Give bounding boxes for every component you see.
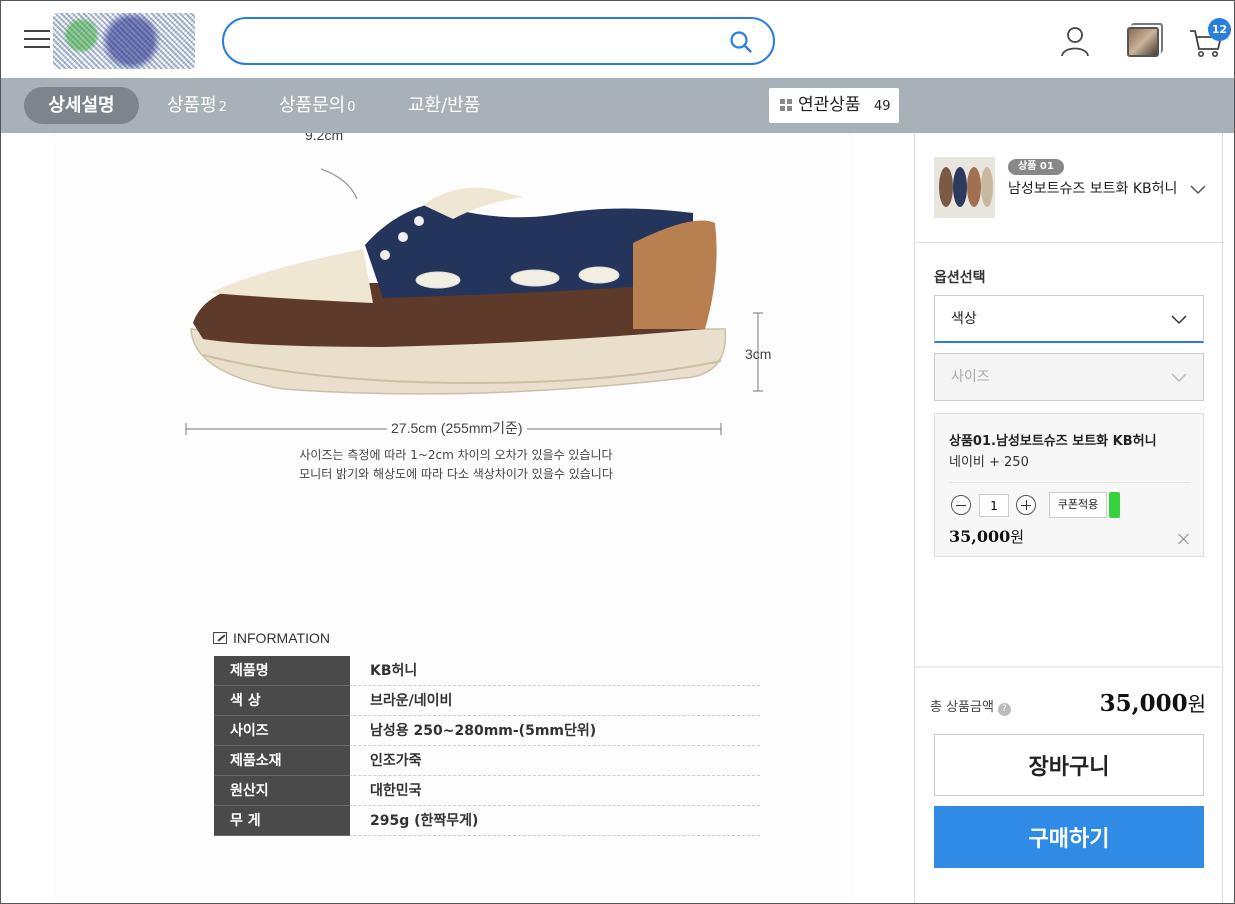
shoe-illustration (185, 168, 763, 435)
search-icon[interactable] (729, 30, 753, 54)
product-thumbnail (934, 157, 995, 218)
tab-label: 교환/반품 (408, 95, 481, 116)
cart-count-badge: 12 (1208, 18, 1231, 41)
logo[interactable] (53, 13, 195, 69)
grid-icon (780, 99, 793, 112)
search-input[interactable] (244, 29, 724, 53)
information-table: 제품명 KB허니 색 상 브라운/네이비 사이즈 남성용 250~280mm-(… (214, 656, 760, 836)
recent-viewed-thumbnail[interactable] (1127, 23, 1163, 57)
info-value: 인조가죽 (370, 753, 422, 769)
quantity-increase-button[interactable] (1016, 495, 1036, 515)
info-label: 사이즈 (214, 716, 350, 746)
color-select-label: 색상 (951, 311, 977, 327)
search-bar (222, 17, 775, 65)
chevron-down-icon (1171, 373, 1187, 383)
size-select-label: 사이즈 (951, 369, 990, 385)
quantity-decrease-button[interactable] (951, 495, 971, 515)
detail-content: 9.2cm 3cm 27.5cm (255mm기준) 사이즈는 측정에 따라 1… (1, 133, 914, 903)
color-note: 모니터 밝기와 해상도에 따라 다소 색상차이가 있을수 있습니다 (299, 467, 613, 481)
chevron-down-icon (1171, 315, 1187, 325)
info-label: 색 상 (214, 686, 350, 716)
info-value: 대한민국 (370, 783, 422, 799)
detail-tab-bar: 상세설명 상품평 2 상품문의 0 교환/반품 연관상품 49 (1, 78, 1234, 133)
height-dimension: 3cm (745, 346, 772, 362)
coupon-tag-icon (1109, 492, 1120, 518)
tab-description[interactable]: 상세설명 (24, 87, 139, 124)
selected-option: 네이비 + 250 (949, 455, 1029, 470)
page-frame: 12 상세설명 상품평 2 상품문의 0 교환/반품 연관상품 49 9.2cm… (0, 0, 1235, 904)
product-selector[interactable]: 상품 01 남성보트슈즈 보트화 KB허니 (915, 133, 1224, 243)
info-value: 브라운/네이비 (370, 693, 453, 709)
related-count: 49 (874, 99, 891, 114)
tab-exchange-return[interactable]: 교환/반품 (408, 87, 480, 124)
related-label: 연관상품 (798, 95, 861, 115)
info-value: KB허니 (370, 663, 418, 679)
currency-unit: 원 (1010, 528, 1025, 546)
quantity-input[interactable] (979, 494, 1009, 517)
total-price-value: 35,000 (1099, 690, 1188, 717)
info-label: 제품소재 (214, 746, 350, 776)
divider (915, 666, 1224, 668)
remove-option-icon[interactable] (1178, 533, 1190, 545)
total-label-text: 총 상품금액 (930, 700, 994, 715)
total-price: 35,000원 (1100, 688, 1206, 717)
purchase-sidebar: 상품 01 남성보트슈즈 보트화 KB허니 옵션선택 색상 사이즈 상품01.남… (914, 133, 1224, 903)
tab-label: 상세설명 (48, 95, 115, 116)
help-icon[interactable]: ? (997, 703, 1011, 716)
size-note: 사이즈는 측정에 따라 1~2cm 차이의 오차가 있을수 있습니다 (299, 448, 613, 462)
edit-icon (213, 632, 227, 644)
tab-count: 0 (347, 100, 356, 115)
coupon-apply-button[interactable]: 쿠폰적용 (1049, 492, 1107, 518)
tab-reviews[interactable]: 상품평 2 (167, 87, 227, 124)
tab-label: 상품문의 (279, 95, 346, 116)
tab-inquiries[interactable]: 상품문의 0 (279, 87, 356, 124)
total-label: 총 상품금액? (930, 696, 1011, 716)
size-select[interactable]: 사이즈 (934, 353, 1204, 401)
table-row: 제품소재 인조가죽 (214, 746, 760, 776)
info-value: 295g (한짝무게) (370, 813, 479, 829)
option-title: 옵션선택 (934, 270, 986, 286)
color-select[interactable]: 색상 (934, 295, 1204, 343)
add-to-cart-button[interactable]: 장바구니 (934, 734, 1204, 796)
table-row: 제품명 KB허니 (214, 656, 760, 686)
chevron-down-icon[interactable] (1190, 185, 1206, 195)
table-row: 원산지 대한민국 (214, 776, 760, 806)
menu-icon[interactable] (24, 28, 50, 50)
selected-price: 35,000원 (949, 526, 1024, 547)
length-dimension: 27.5cm (255mm기준) (387, 418, 527, 438)
tab-count: 2 (218, 100, 227, 115)
information-heading: INFORMATION (213, 630, 330, 646)
related-products-button[interactable]: 연관상품 49 (769, 88, 899, 123)
info-label: 원산지 (214, 776, 350, 806)
table-row: 색 상 브라운/네이비 (214, 686, 760, 716)
info-label: 제품명 (214, 656, 350, 686)
table-row: 사이즈 남성용 250~280mm-(5mm단위) (214, 716, 760, 746)
information-title: INFORMATION (233, 630, 330, 646)
user-icon[interactable] (1059, 25, 1091, 57)
selected-price-value: 35,000 (949, 527, 1011, 546)
header: 12 (1, 1, 1234, 78)
selected-product-name: 상품01.남성보트슈즈 보트화 KB허니 (949, 434, 1157, 449)
selected-option-box: 상품01.남성보트슈즈 보트화 KB허니 네이비 + 250 쿠폰적용 35,0… (934, 413, 1204, 557)
table-row: 무 게 295g (한짝무게) (214, 806, 760, 836)
info-value: 남성용 250~280mm-(5mm단위) (370, 723, 597, 739)
product-name: 남성보트슈즈 보트화 KB허니 (1008, 181, 1178, 197)
tab-label: 상품평 (167, 95, 217, 116)
divider (949, 482, 1191, 483)
buy-now-button[interactable]: 구매하기 (934, 806, 1204, 868)
currency-unit: 원 (1187, 692, 1206, 716)
top-dimension: 9.2cm (305, 133, 344, 143)
info-label: 무 게 (214, 806, 350, 836)
product-number-badge: 상품 01 (1008, 159, 1064, 175)
